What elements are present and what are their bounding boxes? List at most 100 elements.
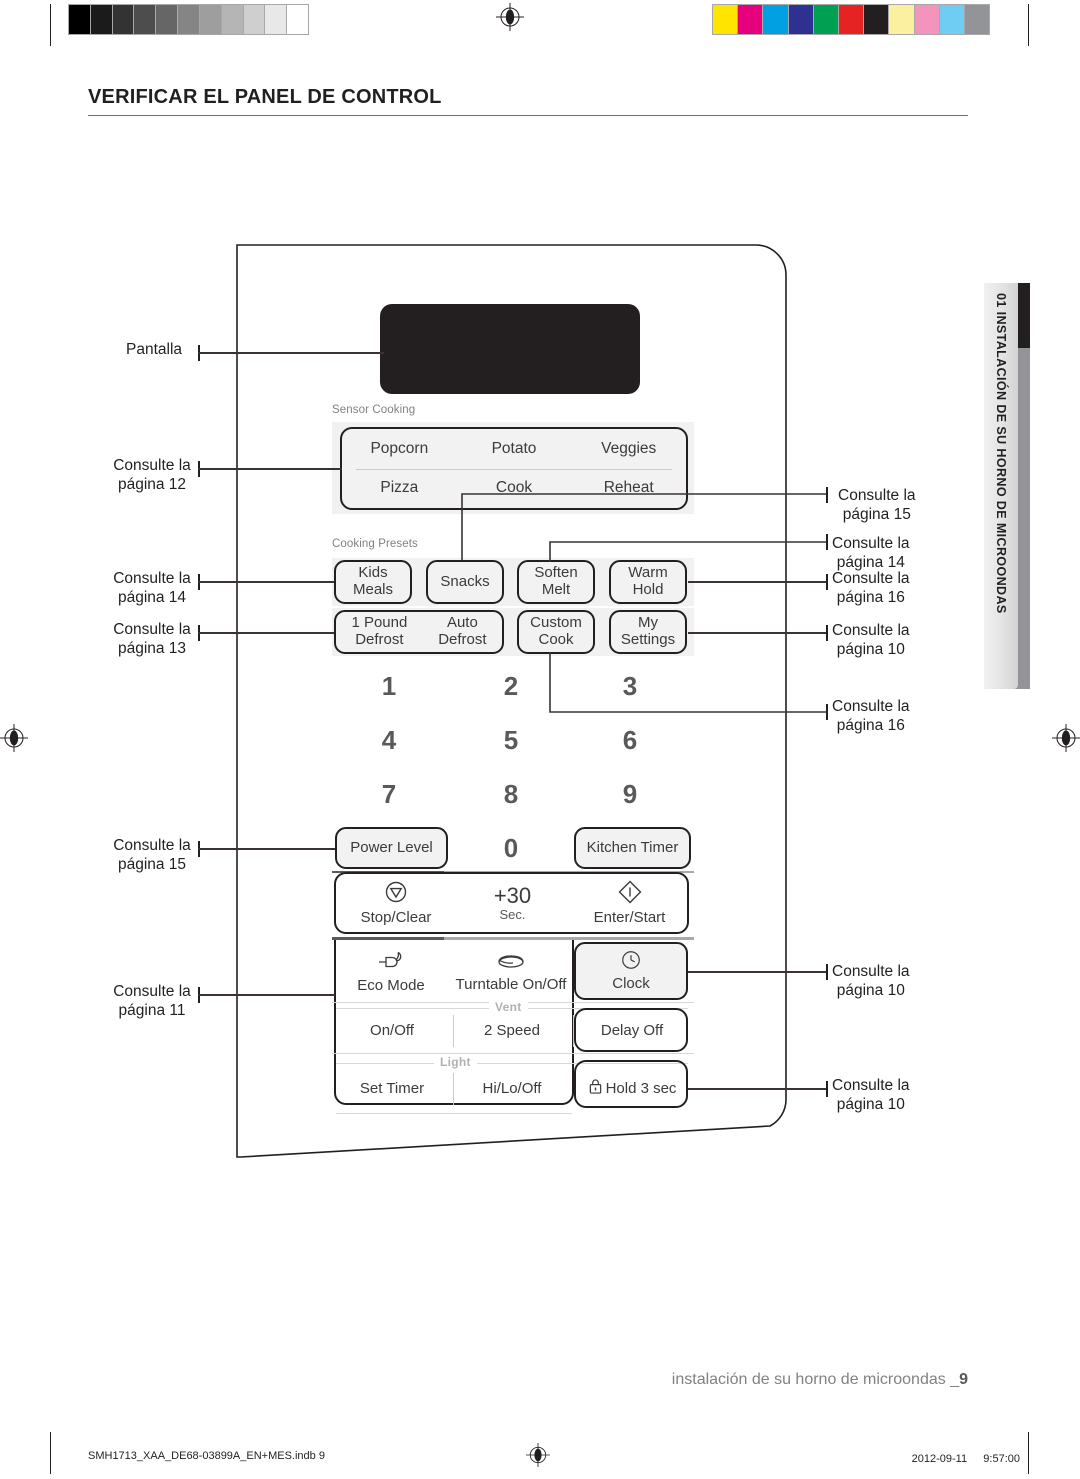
enter-start-button[interactable]: Enter/Start — [572, 876, 687, 930]
color-swatch — [889, 5, 915, 34]
preset-key-defrost-pair[interactable]: 1 Pound Defrost Auto Defrost — [334, 610, 504, 654]
callout-right-my-settings: Consulte la página 10 — [832, 622, 910, 660]
stop-clear-button[interactable]: Stop/Clear — [340, 876, 452, 930]
running-footer-text: instalación de su horno de microondas _ — [671, 1371, 960, 1388]
numpad-key-6[interactable]: 6 — [600, 725, 660, 756]
greyscale-swatch — [287, 5, 308, 34]
callout-elbow-custom-cook — [549, 652, 828, 713]
callout-line-warm-hold — [688, 581, 828, 583]
vent-on-off-button[interactable]: On/Off — [336, 1012, 448, 1050]
running-footer-page: 9 — [959, 1371, 968, 1388]
callout-line-kids-meals — [198, 581, 334, 583]
callout-left-eco-mode: Consulte la página 11 — [104, 983, 200, 1021]
preset-key-line1: Warm — [628, 564, 668, 582]
sensor-key-veggies[interactable]: Veggies — [571, 440, 686, 458]
sensor-cooking-row-1[interactable]: Popcorn Potato Veggies — [342, 429, 686, 469]
callout-text-line1: Consulte la — [113, 837, 191, 854]
add-30-sec-button[interactable]: +30 Sec. — [455, 876, 570, 930]
callout-text-line1: Consulte la — [832, 535, 910, 552]
callout-left-power-level: Consulte la página 15 — [104, 837, 200, 875]
eco-mode-button[interactable]: Eco Mode — [336, 946, 446, 998]
footer-file-reference: SMH1713_XAA_DE68-03899A_EN+MES.indb 9 — [88, 1450, 325, 1462]
callout-text-line2: página 16 — [836, 588, 905, 606]
callout-text-line1: Consulte la — [113, 570, 191, 587]
callout-right-warm-hold: Consulte la página 16 — [832, 570, 910, 608]
preset-key-line1: Kids — [358, 564, 388, 582]
preset-key-warm-hold[interactable]: Warm Hold — [609, 560, 687, 604]
light-hi-lo-off-button[interactable]: Hi/Lo/Off — [456, 1070, 568, 1108]
callout-text-line1: Consulte la — [832, 963, 910, 980]
kitchen-timer-button[interactable]: Kitchen Timer — [574, 827, 691, 869]
running-footer: instalación de su horno de microondas _9 — [0, 1371, 968, 1389]
light-divider-1 — [453, 1073, 454, 1105]
preset-key-my-settings[interactable]: My Settings — [609, 610, 687, 654]
power-level-button[interactable]: Power Level — [335, 827, 448, 869]
stop-triangle-icon — [384, 880, 408, 908]
callout-right-hold-3-sec: Consulte la página 10 — [832, 1077, 910, 1115]
preset-key-line2: Melt — [541, 581, 571, 598]
callout-left-display: Pantalla — [126, 341, 182, 360]
callout-left-one-pound-defrost: Consulte la página 13 — [104, 621, 200, 659]
preset-key-line2: Defrost — [355, 631, 404, 648]
color-swatch — [939, 5, 965, 34]
light-set-timer-button[interactable]: Set Timer — [336, 1070, 448, 1108]
preset-key-kids-meals[interactable]: Kids Meals — [334, 560, 412, 604]
lock-icon — [588, 1078, 603, 1099]
hold-3-sec-button[interactable]: Hold 3 sec — [578, 1070, 686, 1108]
callout-line-display — [198, 352, 384, 354]
stop-clear-label: Stop/Clear — [360, 908, 432, 926]
numpad-key-9[interactable]: 9 — [600, 779, 660, 810]
crop-mark-tl-v — [50, 4, 51, 46]
color-swatch — [813, 5, 839, 34]
greyscale-swatch — [265, 5, 288, 34]
preset-key-soften-melt[interactable]: Soften Melt — [517, 560, 595, 604]
sensor-key-potato[interactable]: Potato — [457, 440, 572, 458]
color-swatch — [763, 5, 789, 34]
callout-text-line2: página 14 — [117, 588, 187, 606]
preset-key-snacks[interactable]: Snacks — [426, 560, 504, 604]
clock-icon — [620, 949, 642, 976]
callout-line-eco-mode — [198, 994, 335, 996]
color-swatch — [738, 5, 764, 34]
color-swatch — [964, 5, 990, 34]
eco-mode-label: Eco Mode — [357, 976, 425, 994]
numpad-key-1[interactable]: 1 — [359, 671, 419, 702]
hold-3-sec-label: Hold 3 sec — [605, 1080, 677, 1098]
callout-text-line2: página 16 — [836, 716, 905, 734]
preset-key-line1: Snacks — [440, 572, 490, 590]
crop-mark-br-v — [1028, 1432, 1029, 1474]
callout-tick-hold-3-sec — [826, 1081, 828, 1097]
preset-key-1-pound-defrost[interactable]: 1 Pound Defrost — [351, 614, 408, 649]
numpad-key-4[interactable]: 4 — [359, 725, 419, 756]
registration-mark-top — [496, 3, 524, 31]
add-30-label: +30 — [493, 882, 532, 908]
callout-line-one-pound-defrost — [198, 632, 334, 634]
callout-line-power-level — [198, 848, 335, 850]
sensor-key-pizza[interactable]: Pizza — [342, 479, 457, 497]
preset-key-custom-cook[interactable]: Custom Cook — [517, 610, 595, 654]
turntable-button[interactable]: Turntable On/Off — [450, 946, 572, 998]
preset-key-line1: 1 Pound — [351, 614, 408, 632]
vent-divider-2 — [573, 1015, 574, 1047]
callout-right-snacks: Consulte la página 15 — [838, 487, 916, 525]
preset-key-auto-defrost[interactable]: Auto Defrost — [438, 614, 487, 649]
clock-button[interactable]: Clock — [574, 942, 688, 1000]
footer-timestamp: 2012-09-11 ᅟ 9:57:00 — [911, 1453, 1020, 1465]
vent-delay-off-label: Delay Off — [600, 1022, 664, 1040]
numpad-key-5[interactable]: 5 — [481, 725, 541, 756]
vent-delay-off-button[interactable]: Delay Off — [576, 1012, 688, 1050]
preset-key-line2: Defrost — [438, 631, 487, 648]
callout-tick-custom-cook — [826, 704, 828, 720]
sensor-cooking-label: Sensor Cooking — [332, 404, 416, 416]
callout-text-line1: Consulte la — [113, 457, 191, 474]
page-title: VERIFICAR EL PANEL DE CONTROL — [88, 86, 442, 108]
callout-tick-clock — [826, 964, 828, 980]
numpad-key-0[interactable]: 0 — [481, 833, 541, 864]
numpad-key-7[interactable]: 7 — [359, 779, 419, 810]
numpad-key-2[interactable]: 2 — [481, 671, 541, 702]
vent-2-speed-button[interactable]: 2 Speed — [456, 1012, 568, 1050]
sensor-key-popcorn[interactable]: Popcorn — [342, 440, 457, 458]
callout-text-line2: página 11 — [118, 1001, 186, 1019]
preset-key-line2: Cook — [538, 631, 574, 648]
numpad-key-8[interactable]: 8 — [481, 779, 541, 810]
